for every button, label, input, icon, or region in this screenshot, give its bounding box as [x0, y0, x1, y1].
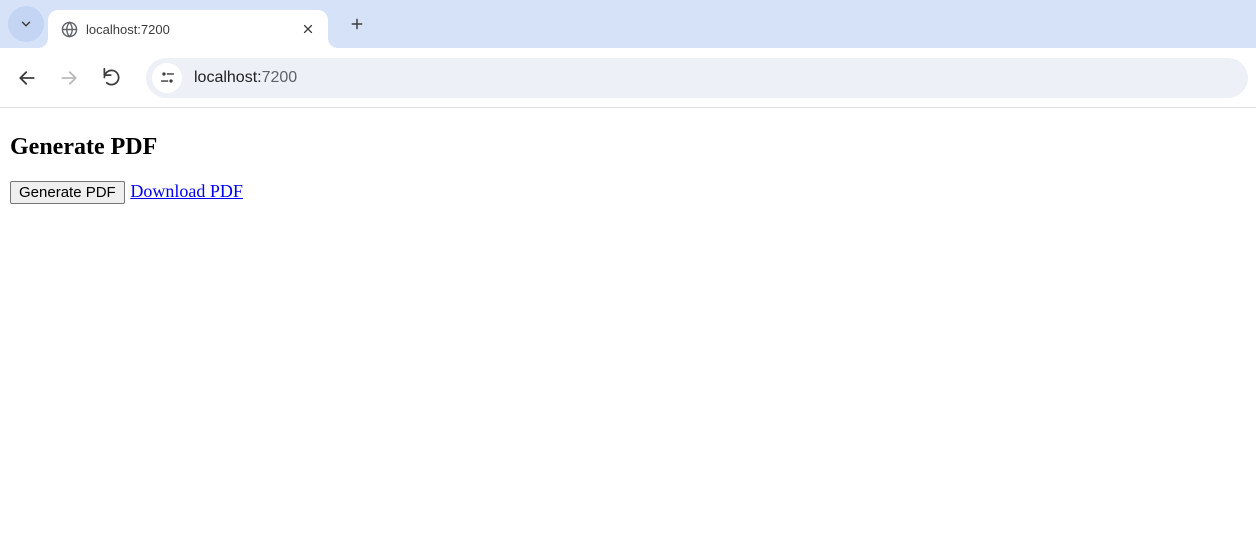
chevron-down-icon [19, 17, 33, 31]
plus-icon [350, 17, 364, 31]
tab-search-button[interactable] [8, 6, 44, 42]
tab-close-button[interactable] [300, 21, 316, 37]
site-settings-button[interactable] [152, 63, 182, 93]
page-heading: Generate PDF [10, 134, 1246, 161]
reload-icon [102, 68, 121, 87]
tune-icon [159, 69, 176, 86]
browser-tab[interactable]: localhost:7200 [48, 10, 328, 48]
tab-title: localhost:7200 [86, 22, 300, 37]
download-pdf-link[interactable]: Download PDF [130, 181, 243, 201]
close-icon [302, 23, 314, 35]
controls-row: Generate PDF Download PDF [10, 181, 1246, 204]
globe-icon [60, 20, 78, 38]
generate-pdf-button[interactable]: Generate PDF [10, 181, 125, 204]
address-bar[interactable]: localhost:7200 [146, 58, 1248, 98]
arrow-left-icon [17, 68, 37, 88]
browser-toolbar: localhost:7200 [0, 48, 1256, 108]
url-text: localhost:7200 [194, 69, 297, 87]
back-button[interactable] [8, 59, 46, 97]
browser-tab-strip: localhost:7200 [0, 0, 1256, 48]
page-content: Generate PDF Generate PDF Download PDF [0, 108, 1256, 222]
forward-button[interactable] [50, 59, 88, 97]
new-tab-button[interactable] [342, 9, 372, 39]
arrow-right-icon [59, 68, 79, 88]
reload-button[interactable] [92, 59, 130, 97]
